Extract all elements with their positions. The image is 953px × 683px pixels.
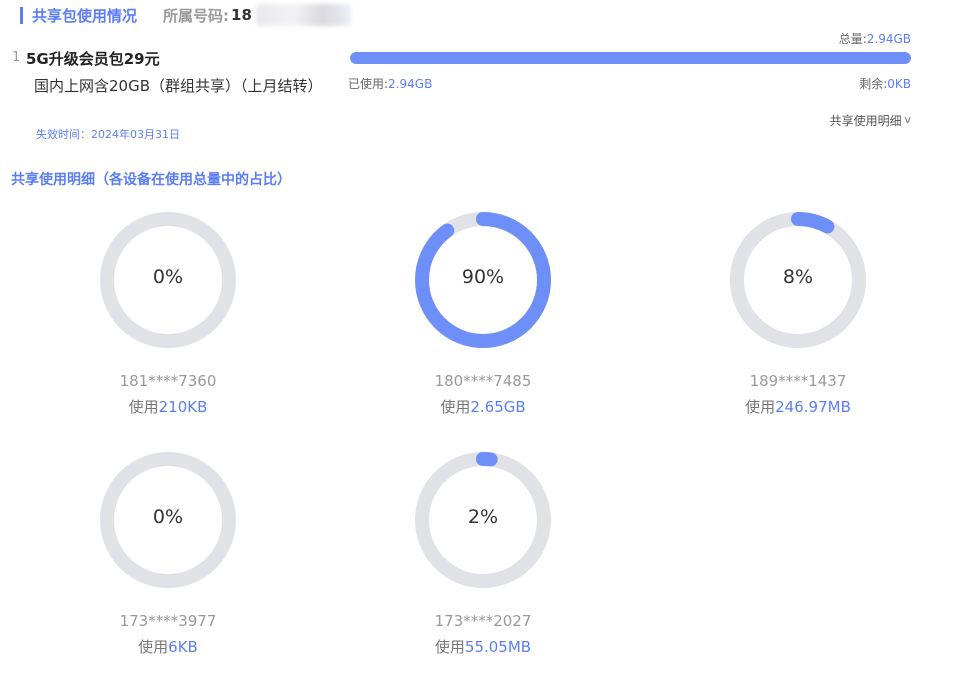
device-used-prefix: 使用 xyxy=(128,398,159,416)
device-used-amount: 210KB xyxy=(158,398,208,416)
chevron-down-icon: ∨ xyxy=(902,115,913,126)
package-expiry: 失效时间：2024年03月31日 xyxy=(36,128,180,141)
page-title: 共享包使用情况 xyxy=(32,6,138,25)
number-value: 18 xyxy=(231,6,252,24)
device-used: 使用2.65GB xyxy=(383,396,583,417)
device-used-prefix: 使用 xyxy=(440,398,471,416)
device-percent: 8% xyxy=(782,266,814,288)
package-description: 国内上网含20GB（群组共享）（上月结转） xyxy=(34,77,323,95)
device-card: 2% 173****2027 使用55.05MB xyxy=(383,450,583,657)
page-header: 共享包使用情况 所属号码: 18 xyxy=(20,4,351,26)
device-phone: 189****1437 xyxy=(749,372,847,390)
package-index: 1 xyxy=(12,50,21,65)
device-used: 使用246.97MB xyxy=(698,396,898,417)
share-detail-toggle[interactable]: 共享使用明细 ∨ xyxy=(829,112,913,129)
device-used-prefix: 使用 xyxy=(138,638,169,656)
device-phone: 173****3977 xyxy=(119,612,217,630)
used-value: 2.94GB xyxy=(388,77,433,91)
device-percent: 2% xyxy=(467,506,499,528)
device-percent: 90% xyxy=(461,266,505,288)
device-percent: 0% xyxy=(152,506,184,528)
device-used-amount: 55.05MB xyxy=(464,638,532,656)
total-quota: 总量:2.94GB xyxy=(839,30,911,47)
device-phone: 180****7485 xyxy=(434,372,532,390)
total-label: 总量: xyxy=(838,32,867,46)
section-title: 共享使用明细（各设备在使用总量中的占比） xyxy=(11,172,291,188)
device-percent: 0% xyxy=(152,266,184,288)
redacted-number-blur xyxy=(255,4,351,26)
device-card: 90% 180****7485 使用2.65GB xyxy=(383,210,583,417)
share-detail-label: 共享使用明细 xyxy=(829,114,902,128)
remain-label: 剩余: xyxy=(859,77,888,91)
device-used-prefix: 使用 xyxy=(434,638,465,656)
used-amount: 已使用:2.94GB xyxy=(348,75,432,92)
total-value: 2.94GB xyxy=(866,32,911,46)
device-card: 0% 181****7360 使用210KB xyxy=(68,210,268,417)
remaining-amount: 剩余:0KB xyxy=(859,75,911,92)
device-used: 使用55.05MB xyxy=(383,636,583,657)
device-used: 使用6KB xyxy=(68,636,268,657)
device-phone: 173****2027 xyxy=(434,612,532,630)
device-phone: 181****7360 xyxy=(119,372,217,390)
device-card: 8% 189****1437 使用246.97MB xyxy=(698,210,898,417)
device-used: 使用210KB xyxy=(68,396,268,417)
header-accent-bar xyxy=(20,6,23,24)
usage-progress-bar xyxy=(350,52,911,64)
number-label: 所属号码: xyxy=(163,6,230,25)
device-card: 0% 173****3977 使用6KB xyxy=(68,450,268,657)
device-used-amount: 2.65GB xyxy=(470,398,526,416)
device-used-prefix: 使用 xyxy=(745,398,776,416)
used-label: 已使用: xyxy=(348,77,389,91)
remain-value: 0KB xyxy=(887,77,911,91)
package-name: 5G升级会员包29元 xyxy=(26,50,160,68)
device-used-amount: 246.97MB xyxy=(775,398,851,416)
device-used-amount: 6KB xyxy=(168,638,198,656)
usage-progress-fill xyxy=(350,52,911,64)
